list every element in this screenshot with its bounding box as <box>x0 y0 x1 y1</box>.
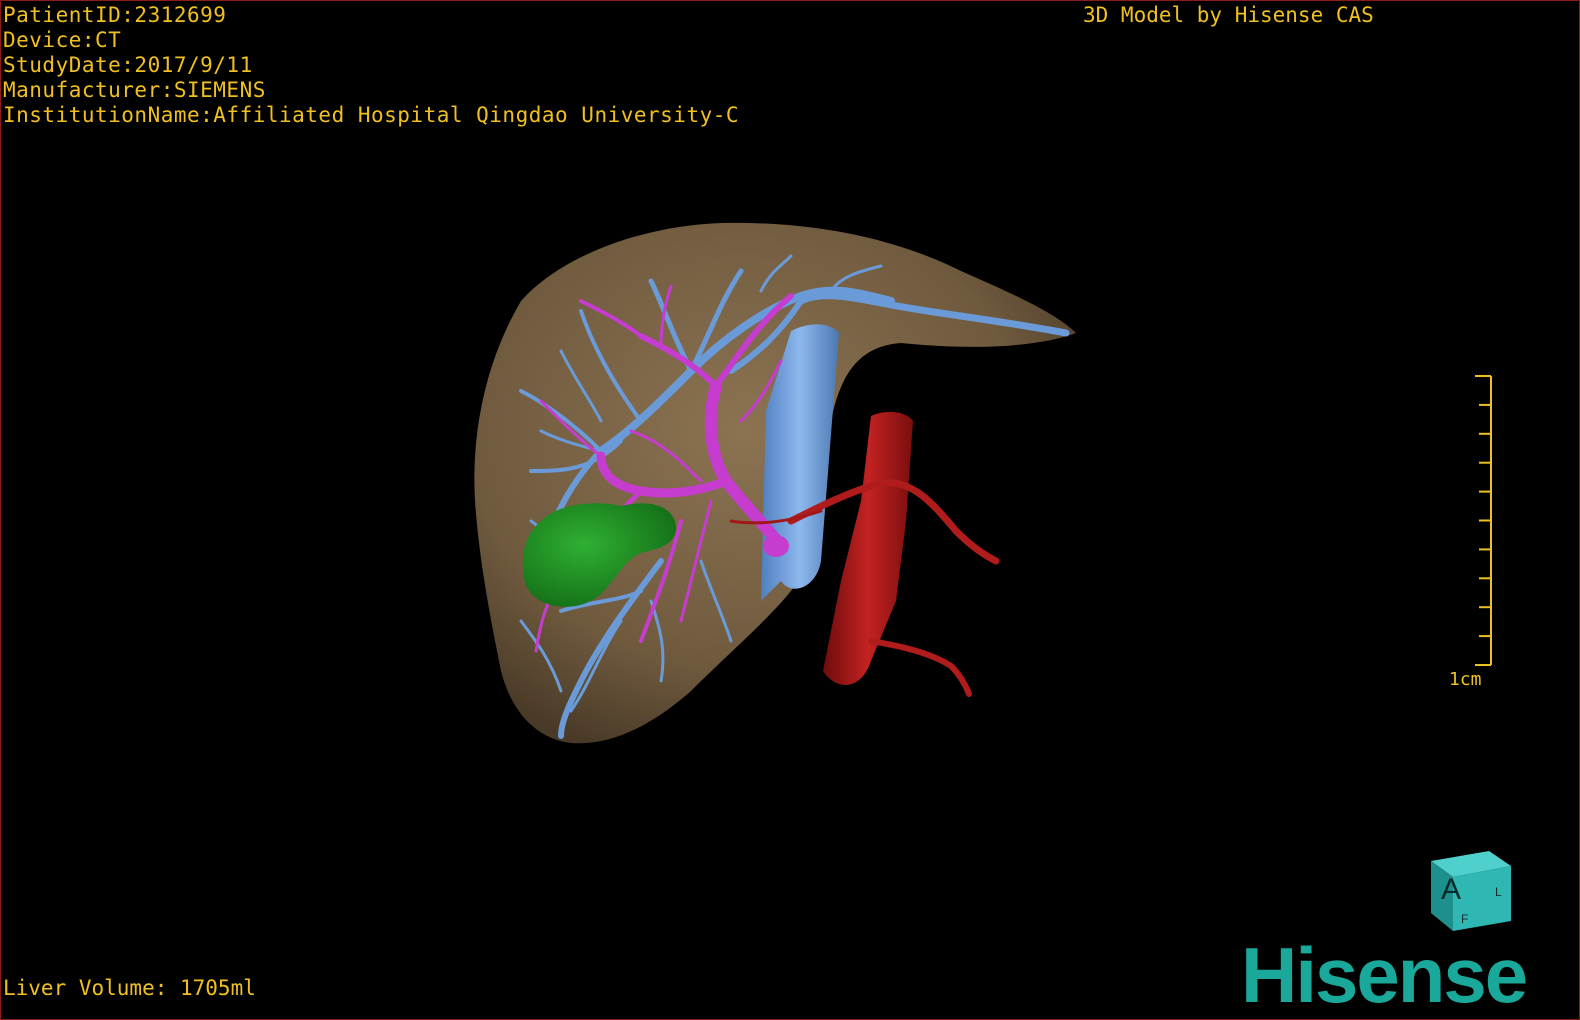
liver-volume: Liver Volume: 1705ml <box>3 976 256 1000</box>
manufacturer: Manufacturer:SIEMENS <box>3 78 266 102</box>
cube-face-bottom: F <box>1461 912 1468 926</box>
liver-3d-model[interactable]: A L F <box>1 1 1579 1019</box>
institution-name: InstitutionName:Affiliated Hospital Qing… <box>3 103 740 127</box>
study-date: StudyDate:2017/9/11 <box>3 53 253 77</box>
orientation-cube[interactable]: A L F <box>1431 851 1511 931</box>
cube-face-front: A <box>1441 873 1461 906</box>
device: Device:CT <box>3 28 122 52</box>
patient-info-overlay: PatientID:2312699 Device:CT StudyDate:20… <box>3 3 739 128</box>
patient-id: PatientID:2312699 <box>3 3 227 27</box>
3d-viewport[interactable]: A L F PatientID:2312699 Device:CT StudyD… <box>0 0 1580 1020</box>
scale-bar <box>1475 375 1492 666</box>
scale-bar-label: 1cm <box>1449 669 1482 690</box>
model-credit: 3D Model by Hisense CAS <box>1083 3 1374 27</box>
cube-face-side: L <box>1495 885 1502 899</box>
hisense-logo: Hisense <box>1241 931 1528 1019</box>
